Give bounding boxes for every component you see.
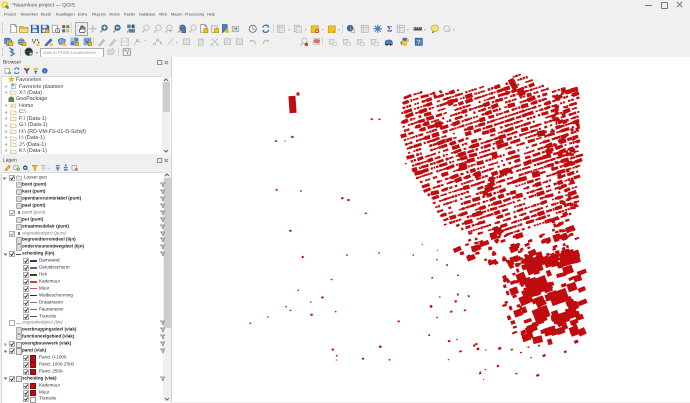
svg-text:Σ: Σ (387, 25, 392, 33)
svg-text:V: V (32, 38, 37, 45)
svg-text:?: ? (417, 39, 421, 46)
svg-text:i: i (349, 25, 350, 31)
